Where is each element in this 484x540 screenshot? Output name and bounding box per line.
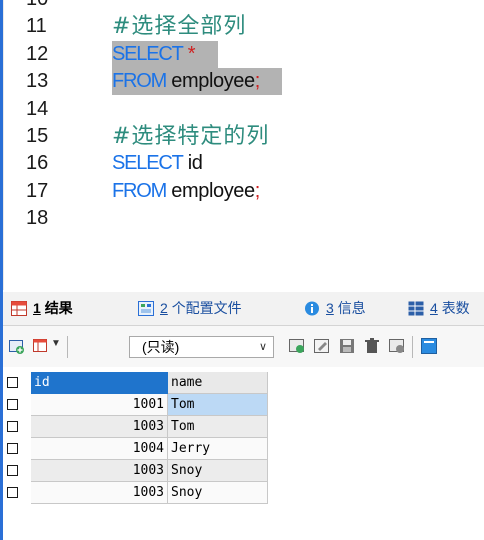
cell-name[interactable]: Jerry	[168, 438, 268, 460]
line-number: 13	[26, 70, 49, 93]
chevron-down-icon: ∨	[258, 341, 267, 353]
tab-table-data-label: 表数	[441, 300, 470, 316]
selected-code: FROM employee;	[112, 68, 283, 96]
edit-icon[interactable]	[314, 338, 330, 354]
code-line[interactable]: 18	[0, 205, 484, 232]
token-op: *	[187, 42, 196, 65]
delete-icon[interactable]	[364, 338, 380, 354]
token-op: ;	[254, 70, 261, 93]
cell-id[interactable]: 1003	[31, 482, 168, 504]
code-line[interactable]: 12 SELECT *	[0, 40, 484, 68]
toolbar-separator	[67, 336, 68, 358]
token-keyword: FROM	[112, 179, 167, 202]
cell-id[interactable]: 1003	[31, 460, 168, 482]
code-text: FROM employee;	[112, 178, 260, 205]
row-checkbox[interactable]	[7, 465, 18, 476]
tab-profile-num: 2	[160, 300, 168, 316]
tab-info-num: 3	[326, 300, 334, 316]
token-ident: employee	[166, 179, 255, 202]
code-line[interactable]: 10	[0, 0, 484, 13]
line-number: 14	[26, 97, 49, 120]
token-comment: #选择全部列	[112, 14, 247, 40]
grid-view-icon[interactable]	[33, 338, 49, 354]
export-icon[interactable]	[289, 338, 305, 354]
code-line[interactable]: 17 FROM employee;	[0, 178, 484, 205]
form-view-icon[interactable]	[421, 338, 437, 354]
cell-name[interactable]: Tom	[168, 416, 268, 438]
token-keyword: SELECT	[112, 42, 184, 65]
code-line[interactable]: 15 #选择特定的列	[0, 123, 484, 150]
line-number: 15	[26, 125, 49, 147]
token-keyword: FROM	[112, 70, 167, 93]
row-checkbox[interactable]	[7, 487, 18, 498]
cell-id[interactable]: 1004	[31, 438, 168, 460]
cell-id[interactable]: 1003	[31, 416, 168, 438]
result-toolbar: ▼ (只读) ∨	[3, 326, 484, 367]
code-text: SELECT id	[112, 150, 203, 177]
tab-result-num: 1	[33, 300, 41, 316]
sql-editor[interactable]: 10 11 #选择全部列 12 SELECT * 13 FROM employee; 14 15…	[0, 0, 484, 292]
line-number: 17	[26, 179, 49, 202]
cell-name[interactable]: Snoy	[168, 482, 268, 504]
cell-name[interactable]: Snoy	[168, 460, 268, 482]
table-data-icon	[408, 301, 424, 316]
code-line[interactable]: 13 FROM employee;	[0, 68, 484, 96]
code-text: #选择特定的列	[112, 123, 269, 150]
token-comment: #选择特定的列	[112, 124, 270, 149]
line-number: 10	[26, 0, 48, 13]
refresh-icon[interactable]	[389, 338, 405, 354]
code-line[interactable]: 11 #选择全部列	[0, 13, 484, 40]
row-checkbox[interactable]	[7, 421, 18, 432]
line-number: 12	[26, 42, 49, 65]
row-checkbox[interactable]	[7, 443, 18, 454]
info-icon	[305, 301, 319, 316]
save-icon[interactable]	[339, 338, 355, 354]
tab-table-data-num: 4	[430, 300, 438, 316]
tab-result-label: 结果	[44, 300, 73, 316]
line-number: 11	[26, 15, 47, 38]
token-ident: id	[182, 152, 203, 175]
cell-name[interactable]: Tom	[168, 394, 268, 416]
result-mode-select[interactable]: (只读) ∨	[129, 336, 274, 358]
grid-view-dropdown-icon[interactable]: ▼	[51, 338, 61, 349]
result-tabs: 1 结果 2 个配置文件 3 信息 4 表数	[3, 292, 484, 326]
result-mode-value: (只读)	[142, 339, 180, 355]
column-header-name[interactable]: name	[168, 372, 268, 394]
result-grid-icon	[11, 301, 27, 316]
token-ident: employee	[166, 70, 255, 93]
code-text: #选择全部列	[112, 13, 246, 40]
token-keyword: SELECT	[112, 152, 184, 175]
line-number: 16	[26, 152, 49, 175]
profile-icon	[138, 301, 154, 316]
selected-code: SELECT *	[112, 40, 218, 68]
code-line[interactable]: 16 SELECT id	[0, 150, 484, 177]
row-checkbox[interactable]	[7, 399, 18, 410]
column-header-id[interactable]: id	[31, 372, 168, 394]
toolbar-separator-2	[412, 336, 413, 358]
line-number: 18	[26, 207, 49, 230]
code-line[interactable]: 14	[0, 96, 484, 123]
tab-profile-label: 个配置文件	[171, 300, 242, 316]
add-row-icon[interactable]	[9, 338, 25, 354]
token-op: ;	[254, 179, 261, 202]
tab-info-label: 信息	[337, 300, 366, 316]
cell-id[interactable]: 1001	[31, 394, 168, 416]
select-all-checkbox[interactable]	[7, 377, 18, 388]
